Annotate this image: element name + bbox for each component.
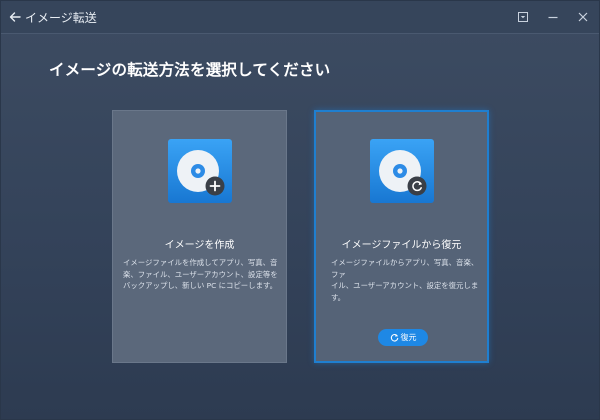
window-title: イメージ転送 bbox=[25, 10, 97, 25]
restore-image-card[interactable]: イメージファイルから復元 イメージファイルからアプリ、写真、音楽、ファ イル、ユ… bbox=[314, 110, 489, 363]
close-button[interactable] bbox=[573, 8, 593, 26]
back-button[interactable]: イメージ転送 bbox=[9, 7, 97, 27]
description-line: バックアップし、新しい PC にコピーします。 bbox=[123, 281, 277, 290]
window-controls bbox=[503, 8, 593, 26]
arrow-left-icon bbox=[9, 11, 21, 23]
description-line: 楽、ファイル、ユーザーアカウント、設定等を bbox=[123, 269, 278, 279]
title-bar: イメージ転送 bbox=[1, 1, 599, 34]
minimize-button[interactable] bbox=[543, 8, 563, 26]
description-line: イメージファイルを作成してアプリ、写真、音 bbox=[123, 258, 278, 267]
disc-restore-icon bbox=[370, 139, 434, 203]
description-line: イル、ユーザーアカウント、設定を復元しま bbox=[331, 281, 479, 290]
restore-image-description: イメージファイルからアプリ、写真、音楽、ファ イル、ユーザーアカウント、設定を復… bbox=[331, 257, 479, 303]
transfer-window: イメージ転送 イメージの転送方法を選択してください イメージを作成 イメージファ… bbox=[0, 0, 600, 420]
close-icon bbox=[577, 11, 589, 23]
restore-button[interactable]: 復元 bbox=[378, 329, 428, 346]
restore-button-label: 復元 bbox=[400, 333, 417, 342]
restore-icon bbox=[390, 333, 401, 342]
page-heading: イメージの転送方法を選択してください bbox=[49, 61, 331, 79]
disc-plus-icon bbox=[168, 139, 232, 203]
description-line: イメージファイルからアプリ、写真、音楽、ファ bbox=[331, 258, 479, 279]
create-image-title: イメージを作成 bbox=[164, 240, 235, 251]
description-line: す。 bbox=[331, 292, 346, 302]
restore-image-title: イメージファイルから復元 bbox=[341, 240, 462, 251]
create-image-description: イメージファイルを作成してアプリ、写真、音 楽、ファイル、ユーザーアカウント、設… bbox=[123, 257, 278, 292]
dropdown-button[interactable] bbox=[513, 8, 533, 26]
minimize-icon bbox=[547, 11, 559, 23]
dropdown-icon bbox=[517, 11, 529, 23]
create-image-card[interactable]: イメージを作成 イメージファイルを作成してアプリ、写真、音 楽、ファイル、ユーザ… bbox=[112, 110, 287, 363]
